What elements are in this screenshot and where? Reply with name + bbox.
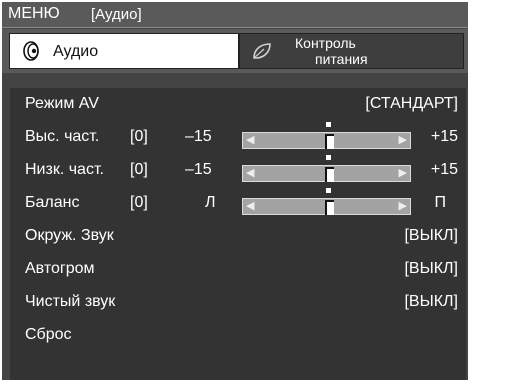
menu-title-bar: МЕНЮ [Аудио] (2, 2, 468, 28)
menu-item-av-mode[interactable]: Режим AV [СТАНДАРТ] (10, 88, 466, 122)
slider-left-arrow-icon: ◀ (246, 200, 255, 212)
auto-volume-label: Автогром (25, 260, 95, 277)
tab-power-label-line2: питания (315, 51, 368, 67)
menu-section: [Аудио] (91, 6, 142, 23)
treble-value: [0] (130, 128, 148, 145)
balance-center-mark (326, 188, 331, 193)
clear-voice-value: [ВЫКЛ] (404, 293, 458, 310)
bass-value: [0] (130, 161, 148, 178)
balance-value: [0] (130, 194, 148, 211)
surround-value: [ВЫКЛ] (404, 227, 458, 244)
balance-slider-knob[interactable] (325, 200, 334, 215)
menu-title: МЕНЮ (8, 5, 60, 22)
treble-slider-knob[interactable] (325, 134, 334, 149)
menu-item-bass[interactable]: Низк. част. [0] –15 ◀ ▶ +15 (10, 154, 466, 188)
leaf-icon (251, 41, 273, 66)
slider-left-arrow-icon: ◀ (246, 134, 255, 146)
av-mode-value: [СТАНДАРТ] (365, 95, 458, 112)
menu-item-treble[interactable]: Выс. част. [0] –15 ◀ ▶ +15 (10, 121, 466, 155)
tab-power-control[interactable]: Контроль питания (239, 33, 464, 69)
balance-max: П (434, 194, 447, 211)
balance-min: Л (205, 194, 216, 211)
tab-power-label-line1: Контроль (295, 35, 356, 51)
tab-audio-label: Аудио (53, 43, 99, 60)
slider-right-arrow-icon: ▶ (398, 200, 407, 212)
audio-settings-panel: Режим AV [СТАНДАРТ] Выс. част. [0] –15 ◀… (10, 88, 466, 380)
surround-label: Окруж. Звук (25, 227, 114, 244)
reset-label: Сброс (25, 326, 72, 343)
treble-max: +15 (430, 128, 458, 145)
bass-min: –15 (185, 161, 212, 178)
menu-item-auto-volume[interactable]: Автогром [ВЫКЛ] (10, 253, 466, 287)
menu-item-clear-voice[interactable]: Чистый звук [ВЫКЛ] (10, 286, 466, 320)
slider-right-arrow-icon: ▶ (398, 134, 407, 146)
treble-slider[interactable]: ◀ ▶ (242, 122, 411, 149)
clear-voice-label: Чистый звук (25, 293, 116, 310)
auto-volume-value: [ВЫКЛ] (404, 260, 458, 277)
treble-center-mark (326, 122, 331, 127)
menu-item-surround[interactable]: Окруж. Звук [ВЫКЛ] (10, 220, 466, 254)
av-mode-label: Режим AV (25, 95, 99, 112)
slider-left-arrow-icon: ◀ (246, 167, 255, 179)
tab-audio[interactable]: Аудио (9, 33, 239, 69)
menu-item-reset[interactable]: Сброс (10, 319, 466, 353)
bass-max: +15 (430, 161, 458, 178)
treble-label: Выс. част. (25, 128, 100, 145)
bass-label: Низк. част. (25, 161, 104, 178)
treble-min: –15 (185, 128, 212, 145)
slider-right-arrow-icon: ▶ (398, 167, 407, 179)
menu-tabs: Аудио Контроль питания (2, 29, 468, 73)
menu-window: МЕНЮ [Аудио] Аудио Контроль питания Режи… (2, 2, 468, 380)
balance-label: Баланс (25, 194, 80, 211)
bass-slider-knob[interactable] (325, 167, 334, 182)
menu-item-balance[interactable]: Баланс [0] Л ◀ ▶ П (10, 187, 466, 221)
balance-slider[interactable]: ◀ ▶ (242, 188, 411, 215)
bass-center-mark (326, 155, 331, 160)
bass-slider[interactable]: ◀ ▶ (242, 155, 411, 182)
speaker-icon (22, 40, 44, 67)
